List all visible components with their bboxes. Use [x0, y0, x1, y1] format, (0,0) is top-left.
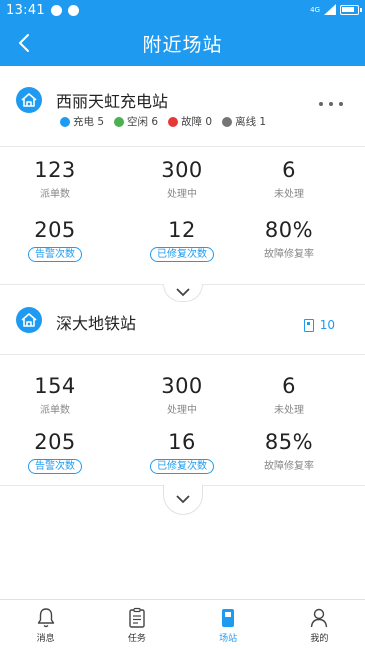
fault-tag: 故障 0 [168, 114, 212, 129]
back-arrow-icon[interactable] [14, 32, 36, 54]
app-notification-icon [50, 4, 62, 16]
stat-processing: 300 处理中 [127, 374, 237, 416]
stat-dispatch: 154 派单数 [0, 374, 110, 416]
stat-label: 故障修复率 [264, 249, 314, 260]
idle-tag: 空闲 6 [114, 114, 158, 129]
stat-label: 未处理 [274, 189, 304, 200]
stat-value: 205 [34, 430, 76, 454]
station-card-header[interactable]: 深大地铁站 10 [0, 298, 365, 354]
station-icon [222, 609, 235, 627]
page-title: 附近场站 [142, 33, 223, 56]
fault-icon [168, 116, 179, 127]
offline-count: 离线 1 [235, 116, 267, 128]
stat-label: 故障修复率 [264, 461, 314, 472]
stat-repaired: 12 已修复次数 [127, 218, 237, 262]
stat-value: 12 [168, 218, 196, 242]
stat-value: 300 [161, 158, 203, 182]
network-type-label: 4G [310, 5, 320, 14]
bottom-tab-bar: 消息 任务 场站 我的 [0, 599, 365, 649]
stat-dispatch: 123 派单数 [0, 158, 110, 200]
alarm-count-badge[interactable]: 告警次数 [28, 247, 82, 262]
stat-repaired: 16 已修复次数 [127, 430, 237, 474]
tab-label: 消息 [36, 634, 55, 644]
chevron-down-icon [176, 288, 190, 297]
stat-value: 80% [264, 218, 314, 242]
tab-label: 任务 [127, 634, 146, 644]
idle-icon [114, 116, 125, 127]
stat-value: 154 [34, 374, 76, 398]
status-time: 13:41 [6, 2, 45, 18]
stat-label: 派单数 [40, 405, 70, 416]
stat-processing: 300 处理中 [127, 158, 237, 200]
stat-value: 300 [161, 374, 203, 398]
station-name: 深大地铁站 [56, 314, 137, 333]
charging-pile-icon [303, 318, 314, 332]
tab-tasks[interactable]: 任务 [91, 600, 182, 649]
stat-value: 205 [34, 218, 76, 242]
chevron-down-icon [176, 495, 190, 504]
stat-alarms: 205 告警次数 [0, 218, 110, 262]
tab-messages[interactable]: 消息 [0, 600, 91, 649]
stat-value: 85% [264, 430, 314, 454]
stat-label: 处理中 [167, 189, 197, 200]
tab-label: 我的 [310, 634, 329, 644]
station-card-header[interactable]: 西丽天虹充电站 充电 5 空闲 6 故障 0 离线 1 [0, 66, 365, 146]
alarm-count-badge[interactable]: 告警次数 [28, 459, 82, 474]
idle-count: 空闲 6 [127, 116, 159, 128]
charging-tag: 充电 5 [60, 114, 104, 129]
repaired-count-badge[interactable]: 已修复次数 [150, 247, 214, 262]
home-icon [16, 307, 42, 333]
fault-count: 故障 0 [181, 116, 213, 128]
stat-value: 16 [168, 430, 196, 454]
stat-alarms: 205 告警次数 [0, 430, 110, 474]
more-options-icon[interactable] [319, 102, 343, 108]
repaired-count-badge[interactable]: 已修复次数 [150, 459, 214, 474]
nav-bar: 附近场站 [0, 20, 365, 66]
tab-profile[interactable]: 我的 [274, 600, 365, 649]
tab-stations[interactable]: 场站 [183, 600, 274, 649]
stat-value: 6 [282, 158, 296, 182]
user-icon [311, 608, 328, 628]
pile-count-badge[interactable]: 10 [303, 318, 335, 332]
charging-count: 充电 5 [73, 116, 105, 128]
tab-label: 场站 [219, 634, 238, 644]
stat-label: 处理中 [167, 405, 197, 416]
app-notification-icon [67, 4, 79, 16]
charging-icon [60, 116, 70, 127]
station-name: 西丽天虹充电站 [56, 92, 169, 111]
clipboard-icon [129, 607, 145, 628]
offline-tag: 离线 1 [222, 114, 266, 129]
expand-toggle[interactable] [163, 485, 203, 515]
station-list: 西丽天虹充电站 充电 5 空闲 6 故障 0 离线 1 123 派单数 300 … [0, 66, 365, 599]
stat-label: 未处理 [274, 405, 304, 416]
stat-repair-rate: 85% 故障修复率 [234, 430, 344, 472]
pile-count: 10 [319, 318, 335, 332]
home-icon [16, 87, 42, 113]
bell-icon [37, 608, 54, 628]
station-stats: 123 派单数 300 处理中 6 未处理 205 告警次数 12 已修复次数 … [0, 146, 365, 284]
battery-icon [340, 4, 362, 15]
stat-label: 派单数 [40, 189, 70, 200]
status-bar: 13:41 4G [0, 0, 365, 20]
stat-unprocessed: 6 未处理 [234, 374, 344, 416]
stat-repair-rate: 80% 故障修复率 [234, 218, 344, 260]
signal-icon [324, 4, 336, 15]
station-status-tags: 充电 5 空闲 6 故障 0 离线 1 [60, 114, 266, 129]
stat-value: 6 [282, 374, 296, 398]
offline-icon [222, 116, 233, 127]
stat-value: 123 [34, 158, 76, 182]
stat-unprocessed: 6 未处理 [234, 158, 344, 200]
station-stats: 154 派单数 300 处理中 6 未处理 205 告警次数 16 已修复次数 … [0, 354, 365, 490]
